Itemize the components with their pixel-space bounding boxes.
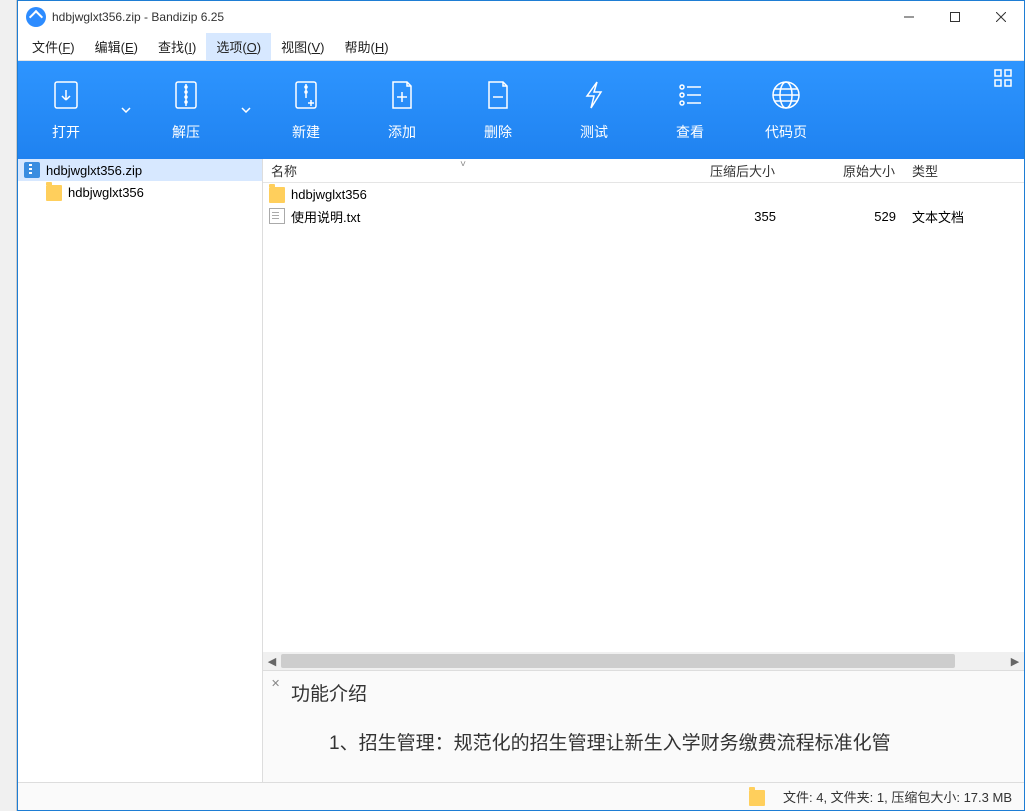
status-folder-icon [749,790,765,806]
toolbar-add[interactable]: 添加 [354,61,450,159]
status-text: 文件: 4, 文件夹: 1, 压缩包大小: 17.3 MB [783,787,1012,806]
col-original[interactable]: 原始大小 [784,161,904,180]
toolbar-delete[interactable]: 删除 [450,61,546,159]
file-rows[interactable]: hdbjwglxt356 使用说明.txt 355 529 文本文档 [263,183,1024,652]
toolbar-open-label: 打开 [52,122,80,142]
statusbar: 文件: 4, 文件夹: 1, 压缩包大小: 17.3 MB [18,782,1024,810]
column-headers[interactable]: 名称˅ 压缩后大小 原始大小 类型 [263,159,1024,183]
toolbar: 打开 解压 新建 添加 删除 测试 查看 代码页 [18,61,1024,159]
toolbar-add-label: 添加 [388,122,416,142]
window-title: hdbjwglxt356.zip - Bandizip 6.25 [52,10,224,24]
zip-icon [24,162,40,178]
scroll-track[interactable] [281,652,1006,670]
scroll-right-icon[interactable]: ▶ [1006,652,1024,670]
app-icon [26,7,46,27]
file-original: 529 [784,209,904,224]
menu-view[interactable]: 视图(V) [271,33,334,60]
toolbar-codepage[interactable]: 代码页 [738,61,834,159]
preview-close-icon[interactable]: ✕ [271,677,280,690]
titlebar[interactable]: hdbjwglxt356.zip - Bandizip 6.25 [18,1,1024,33]
file-type: 文本文档 [904,207,1024,226]
horizontal-scrollbar[interactable]: ◀ ▶ [263,652,1024,670]
text-file-icon [269,208,285,224]
app-window: hdbjwglxt356.zip - Bandizip 6.25 文件(F) 编… [17,0,1025,811]
open-icon [49,78,83,112]
toolbar-test[interactable]: 测试 [546,61,642,159]
col-compressed[interactable]: 压缩后大小 [664,161,784,180]
toolbar-test-label: 测试 [580,122,608,142]
menu-edit[interactable]: 编辑(E) [85,33,148,60]
toolbar-extract-dropdown[interactable] [234,61,258,159]
tree-panel[interactable]: hdbjwglxt356.zip hdbjwglxt356 [18,159,263,782]
close-button[interactable] [978,1,1024,33]
menubar: 文件(F) 编辑(E) 查找(I) 选项(O) 视图(V) 帮助(H) [18,33,1024,61]
menu-options[interactable]: 选项(O) [206,33,271,60]
preview-title: 功能介绍 [291,679,1006,706]
preview-body: 1、招生管理：规范化的招生管理让新生入学财务缴费流程标准化管 [291,728,1006,755]
toolbar-extract-label: 解压 [172,122,200,142]
view-icon [673,78,707,112]
toolbar-view[interactable]: 查看 [642,61,738,159]
file-compressed: 355 [664,209,784,224]
col-name[interactable]: 名称˅ [263,161,664,180]
menu-find[interactable]: 查找(I) [148,33,206,60]
body-split: hdbjwglxt356.zip hdbjwglxt356 名称˅ 压缩后大小 … [18,159,1024,782]
extract-icon [169,78,203,112]
preview-panel: ✕ 功能介绍 1、招生管理：规范化的招生管理让新生入学财务缴费流程标准化管 [263,670,1024,782]
toolbar-open-dropdown[interactable] [114,61,138,159]
menu-file[interactable]: 文件(F) [22,33,85,60]
toolbar-delete-label: 删除 [484,122,512,142]
toolbar-codepage-label: 代码页 [765,122,807,142]
tree-child[interactable]: hdbjwglxt356 [18,181,262,203]
minimize-button[interactable] [886,1,932,33]
file-row[interactable]: hdbjwglxt356 [263,183,1024,205]
menu-help[interactable]: 帮助(H) [334,33,398,60]
folder-icon [46,185,62,201]
file-name: hdbjwglxt356 [291,187,367,202]
toolbar-new[interactable]: 新建 [258,61,354,159]
file-row[interactable]: 使用说明.txt 355 529 文本文档 [263,205,1024,227]
delete-icon [481,78,515,112]
toolbar-new-label: 新建 [292,122,320,142]
toolbar-open[interactable]: 打开 [18,61,114,159]
maximize-button[interactable] [932,1,978,33]
toolbar-extra-icon[interactable] [994,69,1014,89]
tree-root-label: hdbjwglxt356.zip [46,163,142,178]
scroll-thumb[interactable] [281,654,955,668]
new-icon [289,78,323,112]
background-strip [0,0,17,811]
file-name: 使用说明.txt [291,207,360,226]
col-type[interactable]: 类型 [904,161,1024,180]
test-icon [577,78,611,112]
codepage-icon [769,78,803,112]
tree-root[interactable]: hdbjwglxt356.zip [18,159,262,181]
folder-icon [269,187,285,203]
tree-child-label: hdbjwglxt356 [68,185,144,200]
add-icon [385,78,419,112]
toolbar-view-label: 查看 [676,122,704,142]
toolbar-extract[interactable]: 解压 [138,61,234,159]
sort-indicator-icon: ˅ [460,159,466,170]
file-pane: 名称˅ 压缩后大小 原始大小 类型 hdbjwglxt356 使用说明.txt … [263,159,1024,782]
scroll-left-icon[interactable]: ◀ [263,652,281,670]
